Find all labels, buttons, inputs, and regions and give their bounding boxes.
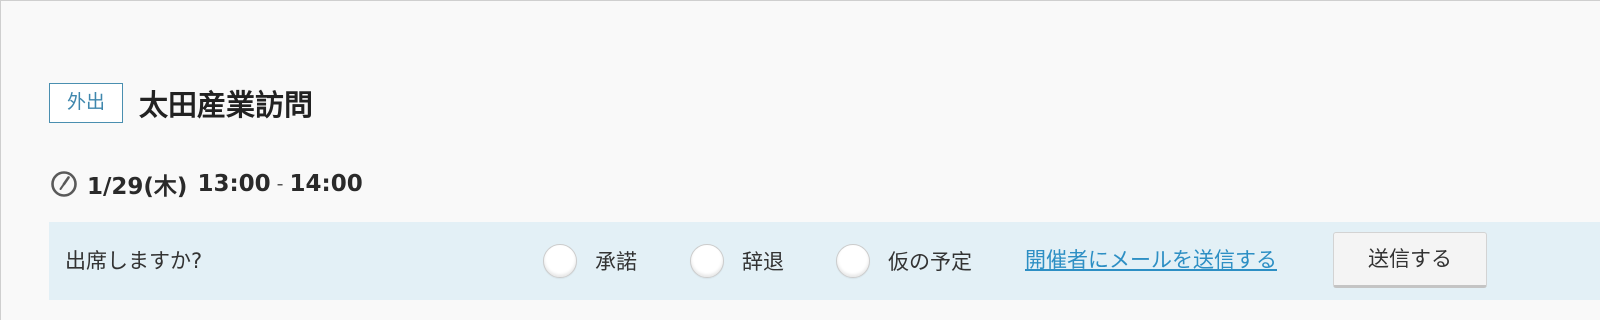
send-button[interactable]: 送信する <box>1333 232 1487 288</box>
radio-label: 仮の予定 <box>888 250 972 274</box>
event-time-row: 1/29(木) 13:00 - 14:00 <box>49 167 363 201</box>
rsvp-option-tentative[interactable]: 仮の予定 <box>836 222 972 300</box>
rsvp-bar: 出席しますか? 承諾 辞退 仮の予定 開催者にメールを送信する 送信する <box>49 222 1600 300</box>
rsvp-option-decline[interactable]: 辞退 <box>690 222 784 300</box>
radio-button[interactable] <box>543 244 577 278</box>
email-organizer-link[interactable]: 開催者にメールを送信する <box>1025 222 1277 300</box>
radio-label: 辞退 <box>742 250 784 274</box>
event-date: 1/29(木) <box>87 174 188 200</box>
time-separator: - <box>276 173 284 195</box>
event-detail-panel: 外出 太田産業訪問 1/29(木) 13:00 - 14:00 出席しますか? … <box>0 0 1600 320</box>
clock-icon <box>51 171 77 197</box>
event-end-time: 14:00 <box>289 171 363 197</box>
radio-button[interactable] <box>690 244 724 278</box>
radio-label: 承諾 <box>595 250 637 274</box>
rsvp-option-accept[interactable]: 承諾 <box>543 222 637 300</box>
rsvp-question: 出席しますか? <box>65 249 203 273</box>
event-start-time: 13:00 <box>197 171 271 197</box>
category-badge: 外出 <box>49 83 123 123</box>
radio-button[interactable] <box>836 244 870 278</box>
event-title: 太田産業訪問 <box>139 88 314 122</box>
